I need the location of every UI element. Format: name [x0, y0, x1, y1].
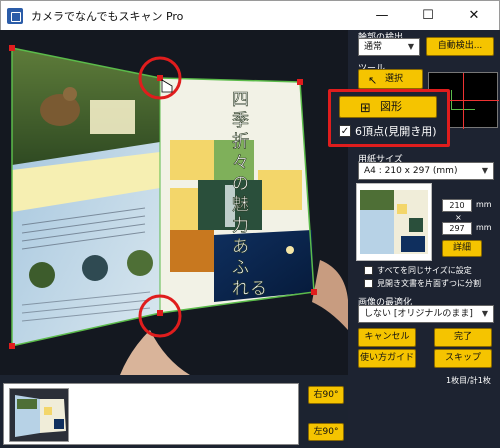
svg-text:の: の: [232, 174, 249, 194]
bottom-strip: 右90° 左90°: [0, 375, 348, 448]
done-button[interactable]: 完了: [434, 328, 492, 347]
thumbnail-strip: [3, 383, 299, 445]
app-icon: [7, 7, 23, 24]
svg-text:ふ: ふ: [232, 258, 249, 278]
close-button[interactable]: ✕: [451, 1, 497, 30]
svg-text:あ: あ: [232, 237, 249, 257]
six-vertex-label: 6頂点(見開き用): [355, 125, 437, 138]
shape-tool-label: 図形: [380, 100, 402, 113]
maximize-button[interactable]: ☐: [405, 1, 451, 30]
svg-text:力: 力: [232, 216, 249, 236]
window-title: カメラでなんでもスキャン Pro: [31, 9, 184, 23]
optimize-select[interactable]: しない [オリジナルのまま] ▼: [358, 305, 494, 323]
contour-mode-select[interactable]: 通常 ▼: [358, 38, 420, 56]
svg-text:る: る: [250, 279, 267, 299]
auto-detect-button[interactable]: 自動検出...: [426, 37, 494, 56]
split-spread-checkbox[interactable]: ✓: [364, 279, 373, 288]
title-bar: カメラでなんでもスキャン Pro — ☐ ✕: [0, 0, 500, 30]
svg-text:魅: 魅: [232, 195, 249, 215]
crosshair-vertical: [463, 73, 464, 129]
height-unit: mm: [476, 223, 492, 232]
split-spread-option[interactable]: ✓ 見開き文書を片面ずつに分割: [364, 278, 481, 289]
paper-preview: [356, 183, 432, 261]
six-vertex-checkbox[interactable]: ✓: [339, 125, 351, 137]
same-size-label: すべてを同じサイズに設定: [377, 266, 472, 275]
chevron-down-icon: ▼: [481, 166, 488, 175]
paper-size-value: A4 : 210 x 297 (mm): [364, 166, 458, 176]
select-tool-label: 選択: [385, 74, 404, 84]
minimize-button[interactable]: —: [359, 1, 405, 30]
contour-mode-value: 通常: [364, 42, 383, 52]
skip-button[interactable]: スキップ: [434, 349, 492, 368]
guide-button[interactable]: 使い方ガイド: [358, 349, 416, 368]
rotate-left-button[interactable]: 左90°: [308, 423, 344, 441]
page-counter: 1枚目/計1枚: [446, 376, 491, 385]
rotate-right-button[interactable]: 右90°: [308, 386, 344, 404]
width-input[interactable]: 210: [442, 199, 472, 212]
times-sign: ×: [455, 213, 462, 222]
scan-canvas[interactable]: 四 季 折 々 の 魅 力 あ ふ れ る: [0, 30, 348, 375]
shape-plus-icon: ⊞: [360, 101, 371, 116]
scanned-brochure-image: 四 季 折 々 の 魅 力 あ ふ れ る: [0, 30, 348, 375]
svg-text:四: 四: [232, 90, 249, 110]
chevron-down-icon: ▼: [407, 42, 414, 51]
paper-size-select[interactable]: A4 : 210 x 297 (mm) ▼: [358, 162, 494, 180]
shape-tool-callout: ⊞ 図形 ✓ 6頂点(見開き用): [328, 89, 450, 147]
width-unit: mm: [476, 200, 492, 209]
svg-text:れ: れ: [232, 279, 249, 299]
chevron-down-icon: ▼: [481, 309, 488, 318]
six-vertex-option[interactable]: ✓ 6頂点(見開き用): [339, 123, 437, 139]
optimize-value: しない [オリジナルのまま]: [364, 309, 473, 319]
cursor-icon: ↖: [368, 74, 378, 87]
cancel-button[interactable]: キャンセル: [358, 328, 416, 347]
split-spread-label: 見開き文書を片面ずつに分割: [377, 279, 481, 288]
svg-text:季: 季: [232, 111, 249, 131]
svg-text:々: 々: [232, 153, 249, 173]
details-button[interactable]: 詳細: [442, 240, 482, 257]
page-thumbnail[interactable]: [9, 388, 69, 442]
same-size-option[interactable]: ✓ すべてを同じサイズに設定: [364, 265, 472, 276]
shape-tool-button[interactable]: ⊞ 図形: [339, 96, 437, 118]
height-input[interactable]: 297: [442, 222, 472, 235]
svg-text:折: 折: [232, 132, 249, 152]
same-size-checkbox[interactable]: ✓: [364, 266, 373, 275]
select-tool-button[interactable]: ↖ 選択: [358, 69, 423, 89]
